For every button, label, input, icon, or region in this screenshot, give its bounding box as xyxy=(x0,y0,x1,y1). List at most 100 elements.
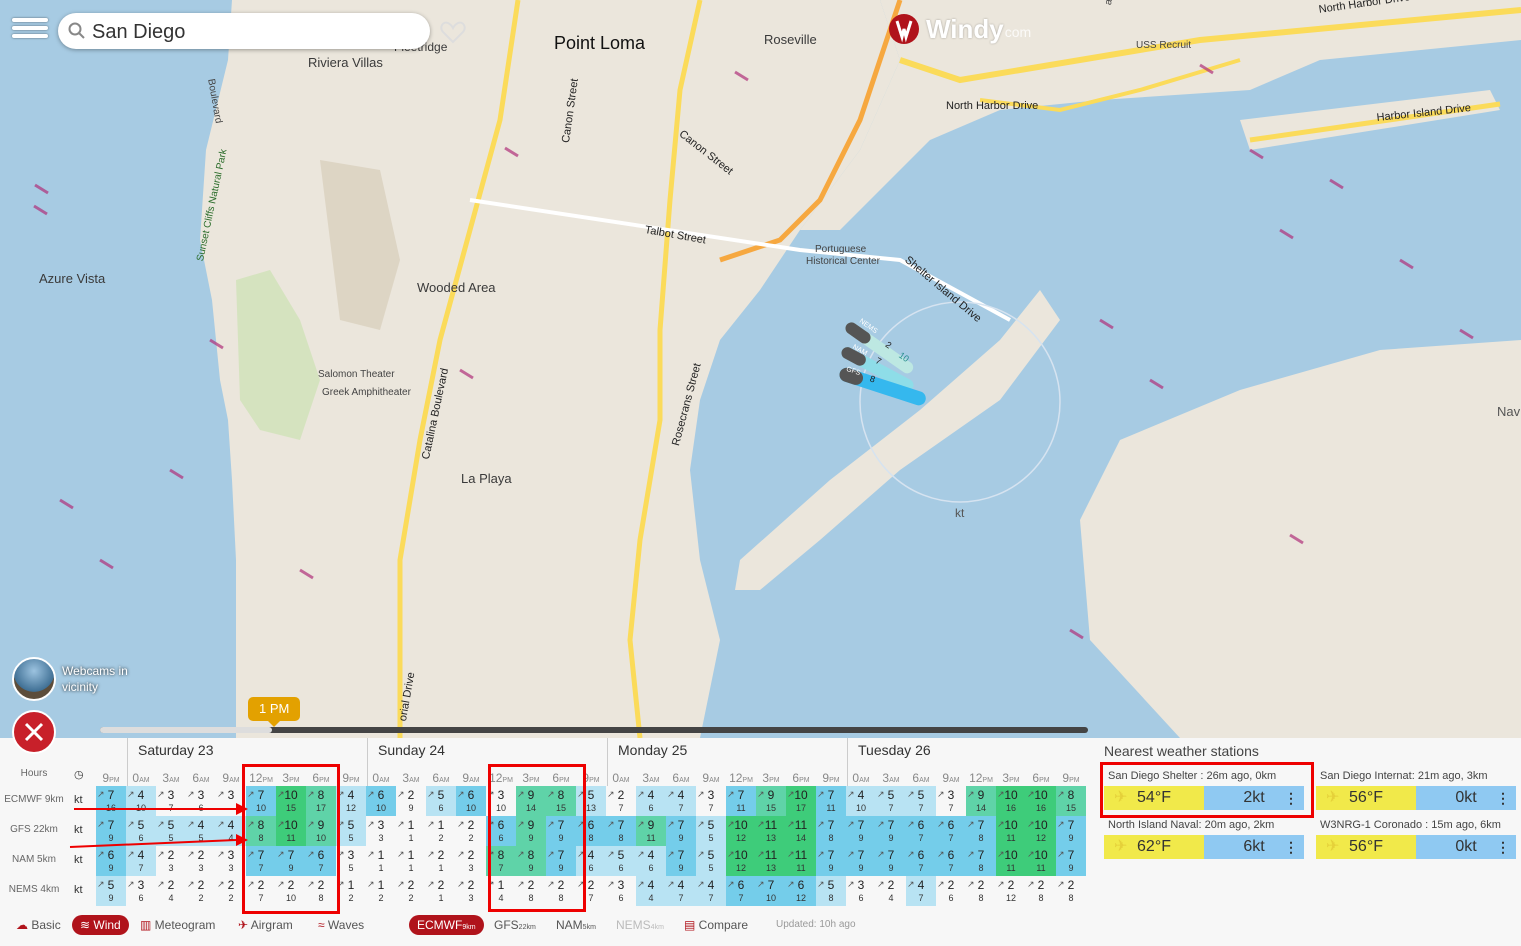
forecast-cell[interactable]: ↗ 2 4 xyxy=(876,876,906,906)
forecast-cell[interactable]: ↗ 5 9 xyxy=(96,876,126,906)
forecast-cell[interactable]: ↗ 8 15 xyxy=(1056,786,1086,816)
forecast-cell[interactable]: ↗ 3 10 xyxy=(486,786,516,816)
forecast-cell[interactable]: ↗ 10 17 xyxy=(786,786,816,816)
forecast-cell[interactable]: ↗ 11 13 xyxy=(756,846,786,876)
forecast-cell[interactable]: ↗ 2 7 xyxy=(576,876,606,906)
forecast-cell[interactable]: ↗ 2 12 xyxy=(996,876,1026,906)
forecast-cell[interactable]: ↗ 10 11 xyxy=(996,816,1026,846)
forecast-cell[interactable]: ↗ 1 1 xyxy=(396,816,426,846)
forecast-cell[interactable]: ↗410 xyxy=(846,786,876,816)
forecast-cell[interactable]: ↗ 11 11 xyxy=(786,846,816,876)
forecast-cell[interactable]: ↗ 1 1 xyxy=(366,846,396,876)
forecast-cell[interactable]: ↗ 2 3 xyxy=(456,876,486,906)
forecast-cell[interactable]: ↗ 6 7 xyxy=(936,816,966,846)
forecast-cell[interactable]: ↗ 2 1 xyxy=(426,846,456,876)
search-input[interactable] xyxy=(90,17,394,47)
forecast-cell[interactable]: ↗ 10 11 xyxy=(1026,846,1056,876)
forecast-cell[interactable]: ↗ 1 2 xyxy=(366,876,396,906)
forecast-cell[interactable]: ↗ 9 11 xyxy=(636,816,666,846)
forecast-cell[interactable]: ↗ 2 8 xyxy=(306,876,336,906)
forecast-cell[interactable]: ↗ 7 9 xyxy=(846,846,876,876)
forecast-cell[interactable]: ↗ 8 9 xyxy=(516,846,546,876)
forecast-cell[interactable]: ↗ 10 11 xyxy=(996,846,1026,876)
forecast-cell[interactable]: ↗ 4 12 xyxy=(336,786,366,816)
forecast-cell[interactable]: ↗ 1 2 xyxy=(426,816,456,846)
forecast-cell[interactable]: ↗ 7 8 xyxy=(606,816,636,846)
forecast-cell[interactable]: ↗ 4 4 xyxy=(636,876,666,906)
forecast-cell[interactable]: ↗ 10 16 xyxy=(996,786,1026,816)
forecast-cell[interactable]: ↗ 5 8 xyxy=(816,876,846,906)
forecast-cell[interactable]: ↗ 8 17 xyxy=(306,786,336,816)
forecast-cell[interactable]: ↗ 6 7 xyxy=(726,876,756,906)
timeline-bar[interactable] xyxy=(100,727,1088,733)
forecast-cell[interactable]: ↗ 6 7 xyxy=(936,846,966,876)
forecast-cell[interactable]: ↗ 2 2 xyxy=(186,876,216,906)
forecast-cell[interactable]: ↗37 xyxy=(936,786,966,816)
forecast-cell[interactable]: ↗ 5 6 xyxy=(606,846,636,876)
forecast-cell[interactable]: ↗ 4 6 xyxy=(636,846,666,876)
forecast-cell[interactable]: ↗ 9 14 xyxy=(516,786,546,816)
forecast-cell[interactable]: ↗ 10 15 xyxy=(276,786,306,816)
footer-tab-meteogram[interactable]: ▥ Meteogram xyxy=(132,915,223,935)
forecast-cell[interactable]: ↗ 7 9 xyxy=(276,846,306,876)
forecast-cell[interactable]: ↗ 7 9 xyxy=(1056,816,1086,846)
forecast-cell[interactable]: ↗ 6 8 xyxy=(576,816,606,846)
footer-tab-airgram[interactable]: ✈ Airgram xyxy=(230,915,301,935)
forecast-cell[interactable]: ↗ 7 9 xyxy=(666,846,696,876)
forecast-cell[interactable]: ↗ 2 8 xyxy=(1056,876,1086,906)
forecast-cell[interactable]: ↗ 7 11 xyxy=(816,786,846,816)
forecast-cell[interactable]: ↗ 2 4 xyxy=(156,876,186,906)
forecast-cell[interactable]: ↗ 11 14 xyxy=(786,816,816,846)
more-options-icon[interactable]: ⋮ xyxy=(1496,790,1510,807)
forecast-cell[interactable]: ↗ 9 14 xyxy=(966,786,996,816)
forecast-cell[interactable]: ↗ 7 9 xyxy=(546,816,576,846)
forecast-cell[interactable]: ↗ 8 15 xyxy=(546,786,576,816)
forecast-cell[interactable]: ↗ 2 7 xyxy=(246,876,276,906)
forecast-cell[interactable]: ↗36 xyxy=(846,876,876,906)
footer-tab-wind[interactable]: ≋ Wind xyxy=(72,915,129,935)
menu-icon[interactable] xyxy=(12,14,48,46)
forecast-cell[interactable]: ↗ 7 8 xyxy=(966,816,996,846)
forecast-cell[interactable]: ↗ 9 9 xyxy=(516,816,546,846)
station-card[interactable]: San Diego Internat: 21m ago, 3km ✈ 56°F 0… xyxy=(1316,768,1516,812)
forecast-cell[interactable]: ↗ 2 9 xyxy=(396,786,426,816)
forecast-cell[interactable]: ↗ 3 5 xyxy=(336,846,366,876)
windy-logo[interactable]: Windy com xyxy=(888,13,1031,45)
forecast-cell[interactable]: ↗36 xyxy=(606,876,636,906)
forecast-cell[interactable]: ↗ 1 2 xyxy=(336,876,366,906)
forecast-cell[interactable]: ↗ 6 12 xyxy=(786,876,816,906)
forecast-cell[interactable]: ↗ 2 8 xyxy=(516,876,546,906)
map-canvas[interactable] xyxy=(0,0,1521,738)
forecast-cell[interactable]: ↗ 5 7 xyxy=(876,786,906,816)
forecast-cell[interactable]: ↗ 7 7 xyxy=(246,846,276,876)
forecast-cell[interactable]: ↗ 7 9 xyxy=(666,816,696,846)
forecast-cell[interactable]: ↗ 3 3 xyxy=(366,816,396,846)
forecast-cell[interactable]: ↗ 11 13 xyxy=(756,816,786,846)
forecast-cell[interactable]: ↗ 2 2 xyxy=(216,876,246,906)
webcams-button[interactable]: Webcams in vicinity xyxy=(12,657,142,701)
model-tab-ecmwf[interactable]: ECMWF9km xyxy=(409,915,484,935)
forecast-cell[interactable]: ↗ 4 7 xyxy=(666,786,696,816)
station-card[interactable]: W3NRG-1 Coronado : 15m ago, 6km ✈ 56°F 0k… xyxy=(1316,817,1516,861)
forecast-cell[interactable]: ↗36 xyxy=(126,876,156,906)
forecast-cell[interactable]: ↗ 2 2 xyxy=(396,876,426,906)
forecast-cell[interactable]: ↗ 2 8 xyxy=(546,876,576,906)
forecast-cell[interactable]: ↗ 7 11 xyxy=(726,786,756,816)
forecast-cell[interactable]: ↗ 7 9 xyxy=(876,846,906,876)
forecast-cell[interactable]: ↗ 5 7 xyxy=(906,786,936,816)
forecast-cell[interactable]: ↗ 1 4 xyxy=(486,876,516,906)
more-options-icon[interactable]: ⋮ xyxy=(1284,790,1298,807)
forecast-cell[interactable]: ↗ 6 10 xyxy=(456,786,486,816)
close-button[interactable] xyxy=(12,710,56,754)
forecast-cell[interactable]: ↗ 8 8 xyxy=(246,816,276,846)
footer-tab-waves[interactable]: ≈ Waves xyxy=(310,915,372,935)
forecast-cell[interactable]: ↗ 4 7 xyxy=(906,876,936,906)
forecast-cell[interactable]: ↗ 6 7 xyxy=(906,846,936,876)
forecast-cell[interactable]: ↗ 6 7 xyxy=(306,846,336,876)
forecast-cell[interactable]: ↗ 6 6 xyxy=(486,816,516,846)
forecast-cell[interactable]: ↗ 7 9 xyxy=(876,816,906,846)
forecast-cell[interactable]: ↗ 2 6 xyxy=(936,876,966,906)
forecast-cell[interactable]: ↗ 2 3 xyxy=(456,846,486,876)
forecast-cell[interactable]: ↗ 4 7 xyxy=(696,876,726,906)
compare-button[interactable]: ▤ Compare xyxy=(676,915,756,935)
